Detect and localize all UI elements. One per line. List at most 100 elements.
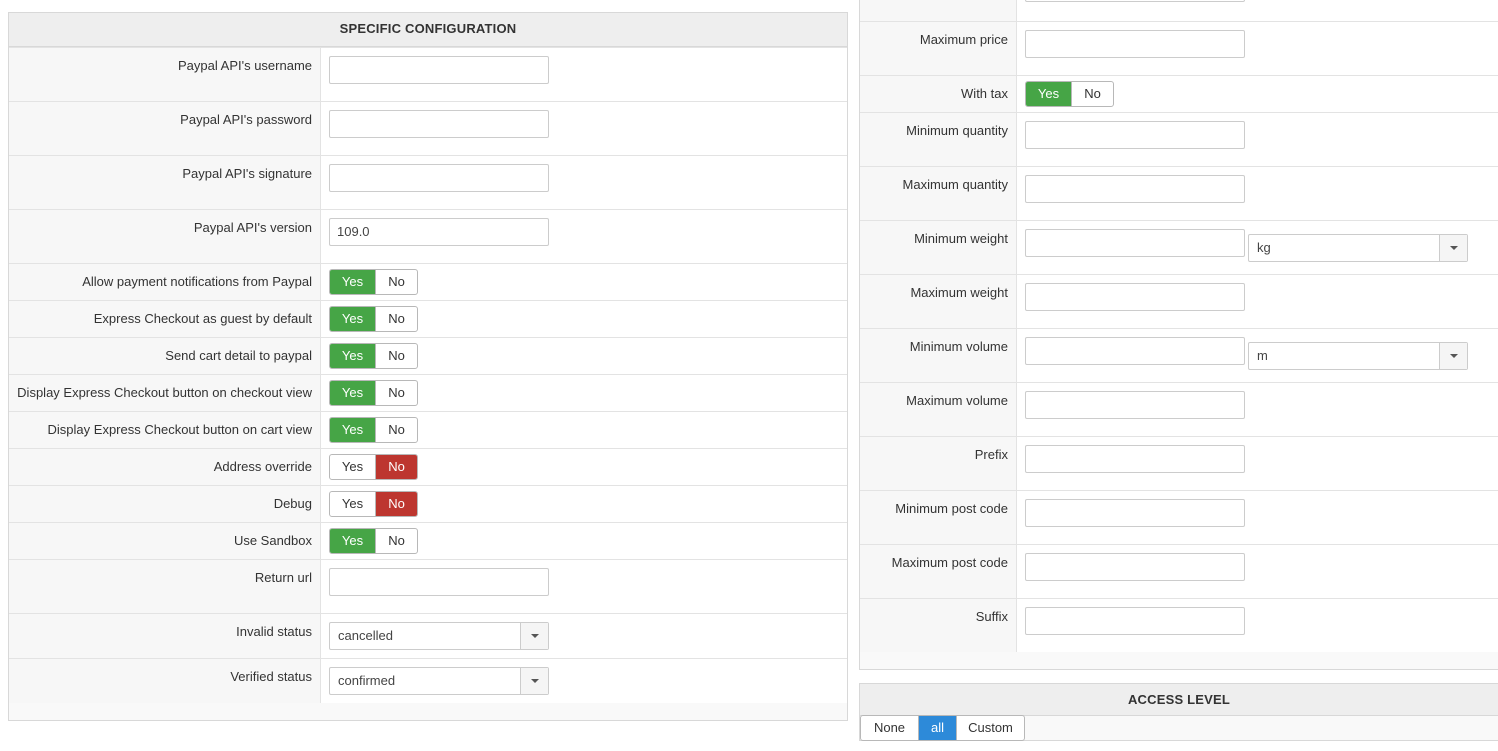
yes-no-toggle[interactable]: Yes No <box>329 528 418 554</box>
with-tax-toggle[interactable]: Yes No <box>1025 81 1114 107</box>
verified-status-select[interactable]: confirmed <box>329 667 549 695</box>
min-postcode-input[interactable] <box>1025 499 1245 527</box>
no-button[interactable]: No <box>375 381 417 405</box>
chevron-down-icon[interactable] <box>520 623 548 649</box>
toggle-label: Debug <box>9 486 321 522</box>
version-input[interactable]: 109.0 <box>329 218 549 246</box>
prefix-label: Prefix <box>860 437 1017 490</box>
no-button[interactable]: No <box>375 418 417 442</box>
max-postcode-label: Maximum post code <box>860 545 1017 598</box>
max-volume-row: Maximum volume <box>860 382 1498 436</box>
access-none-button[interactable]: None <box>861 716 918 740</box>
access-level-segmented[interactable]: None all Custom <box>860 715 1025 741</box>
no-button[interactable]: No <box>375 270 417 294</box>
yes-button[interactable]: Yes <box>330 344 375 368</box>
min-volume-input[interactable] <box>1025 337 1245 365</box>
yes-button[interactable]: Yes <box>330 270 375 294</box>
signature-row: Paypal API's signature <box>9 155 847 209</box>
prefix-input[interactable] <box>1025 445 1245 473</box>
chevron-down-icon[interactable] <box>520 668 548 694</box>
signature-input[interactable] <box>329 164 549 192</box>
verified-status-label: Verified status <box>9 659 321 703</box>
yes-no-toggle[interactable]: Yes No <box>329 380 418 406</box>
password-label: Paypal API's password <box>9 102 321 155</box>
yes-no-toggle[interactable]: Yes No <box>329 269 418 295</box>
max-weight-input[interactable] <box>1025 283 1245 311</box>
volume-unit-select[interactable]: m <box>1248 342 1468 370</box>
top-cut-input[interactable] <box>1025 0 1245 2</box>
weight-unit-value: kg <box>1257 240 1271 255</box>
toggle-label: Use Sandbox <box>9 523 321 559</box>
toggle-label: Display Express Checkout button on cart … <box>9 412 321 448</box>
max-price-label: Maximum price <box>860 22 1017 75</box>
signature-label: Paypal API's signature <box>9 156 321 209</box>
return-url-label: Return url <box>9 560 321 613</box>
toggle-row: Express Checkout as guest by default Yes N… <box>9 300 847 337</box>
max-price-input[interactable] <box>1025 30 1245 58</box>
weight-unit-select[interactable]: kg <box>1248 234 1468 262</box>
yes-no-toggle[interactable]: Yes No <box>329 417 418 443</box>
min-weight-row: Minimum weight kg <box>860 220 1498 274</box>
yes-button[interactable]: Yes <box>330 529 375 553</box>
invalid-status-select[interactable]: cancelled <box>329 622 549 650</box>
yes-button[interactable]: Yes <box>330 418 375 442</box>
toggle-label: Allow payment notifications from Paypal <box>9 264 321 300</box>
with-tax-no-button[interactable]: No <box>1071 82 1113 106</box>
no-button[interactable]: No <box>375 529 417 553</box>
panel-title: SPECIFIC CONFIGURATION <box>9 13 847 47</box>
toggle-row: Display Express Checkout button on cart … <box>9 411 847 448</box>
chevron-down-icon[interactable] <box>1439 235 1467 261</box>
return-url-row: Return url <box>9 559 847 613</box>
no-button[interactable]: No <box>375 455 417 479</box>
chevron-down-icon[interactable] <box>1439 343 1467 369</box>
max-weight-label: Maximum weight <box>860 275 1017 328</box>
max-qty-input[interactable] <box>1025 175 1245 203</box>
yes-no-toggle[interactable]: Yes No <box>329 454 418 480</box>
username-label: Paypal API's username <box>9 48 321 101</box>
access-level-title: ACCESS LEVEL <box>860 684 1498 716</box>
yes-no-toggle[interactable]: Yes No <box>329 306 418 332</box>
volume-unit-value: m <box>1257 348 1268 363</box>
yes-no-toggle[interactable]: Yes No <box>329 491 418 517</box>
specific-configuration-panel: SPECIFIC CONFIGURATION Paypal API's user… <box>8 12 848 721</box>
restrictions-panel: Maximum price With tax Yes No Minimum qu… <box>859 0 1498 670</box>
suffix-input[interactable] <box>1025 607 1245 635</box>
no-button[interactable]: No <box>375 344 417 368</box>
toggle-row: Use Sandbox Yes No <box>9 522 847 559</box>
toggle-label: Express Checkout as guest by default <box>9 301 321 337</box>
password-row: Paypal API's password <box>9 101 847 155</box>
access-custom-button[interactable]: Custom <box>956 716 1024 740</box>
min-qty-input[interactable] <box>1025 121 1245 149</box>
invalid-status-label: Invalid status <box>9 614 321 658</box>
yes-button[interactable]: Yes <box>330 381 375 405</box>
version-row: Paypal API's version 109.0 <box>9 209 847 263</box>
suffix-label: Suffix <box>860 599 1017 652</box>
yes-button[interactable]: Yes <box>330 455 375 479</box>
with-tax-yes-button[interactable]: Yes <box>1026 82 1071 106</box>
top-cut-row <box>860 0 1498 21</box>
max-qty-row: Maximum quantity <box>860 166 1498 220</box>
access-all-button[interactable]: all <box>918 716 956 740</box>
min-qty-label: Minimum quantity <box>860 113 1017 166</box>
yes-no-toggle[interactable]: Yes No <box>329 343 418 369</box>
max-volume-label: Maximum volume <box>860 383 1017 436</box>
max-weight-row: Maximum weight <box>860 274 1498 328</box>
no-button[interactable]: No <box>375 492 417 516</box>
password-input[interactable] <box>329 110 549 138</box>
yes-button[interactable]: Yes <box>330 307 375 331</box>
max-price-row: Maximum price <box>860 21 1498 75</box>
min-volume-row: Minimum volume m <box>860 328 1498 382</box>
toggle-label: Display Express Checkout button on check… <box>9 375 321 411</box>
max-postcode-input[interactable] <box>1025 553 1245 581</box>
no-button[interactable]: No <box>375 307 417 331</box>
with-tax-row: With tax Yes No <box>860 75 1498 112</box>
min-weight-input[interactable] <box>1025 229 1245 257</box>
yes-button[interactable]: Yes <box>330 492 375 516</box>
return-url-input[interactable] <box>329 568 549 596</box>
max-volume-input[interactable] <box>1025 391 1245 419</box>
toggle-label: Send cart detail to paypal <box>9 338 321 374</box>
username-input[interactable] <box>329 56 549 84</box>
invalid-status-row: Invalid status cancelled <box>9 613 847 658</box>
verified-status-value: confirmed <box>338 673 396 688</box>
toggle-row: Send cart detail to paypal Yes No <box>9 337 847 374</box>
